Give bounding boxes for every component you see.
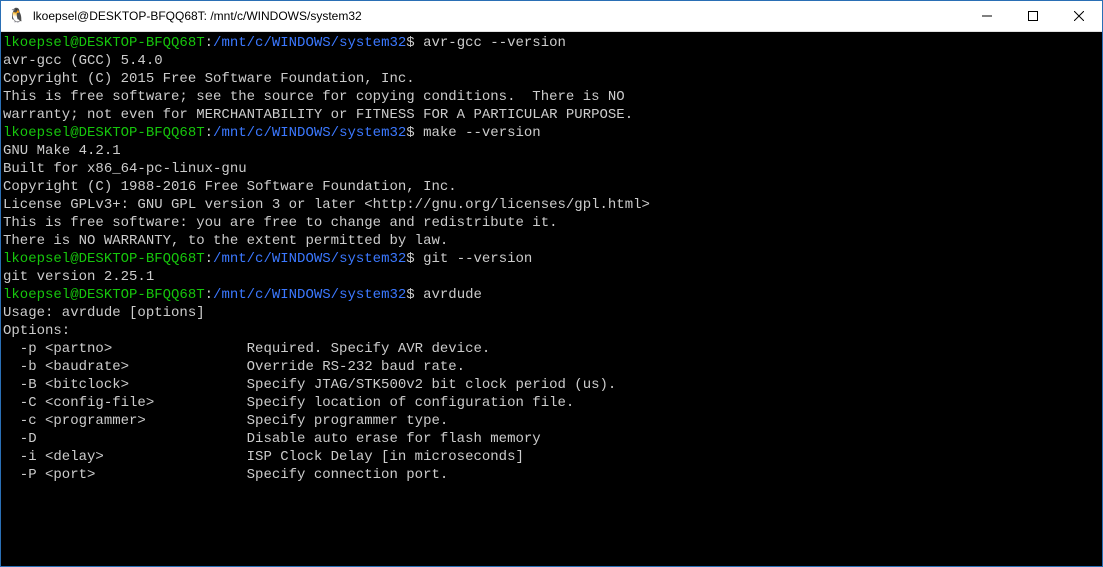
output-line: -b <baudrate> Override RS-232 baud rate. — [3, 358, 1102, 376]
output-line: Copyright (C) 2015 Free Software Foundat… — [3, 70, 1102, 88]
prompt-line: lkoepsel@DESKTOP-BFQQ68T:/mnt/c/WINDOWS/… — [3, 286, 1102, 304]
prompt-path: /mnt/c/WINDOWS/system32 — [213, 251, 406, 267]
prompt-symbol: $ — [406, 125, 423, 141]
output-line: -C <config-file> Specify location of con… — [3, 394, 1102, 412]
output-line: avr-gcc (GCC) 5.4.0 — [3, 52, 1102, 70]
window-title: lkoepsel@DESKTOP-BFQQ68T: /mnt/c/WINDOWS… — [33, 9, 964, 23]
prompt-line: lkoepsel@DESKTOP-BFQQ68T:/mnt/c/WINDOWS/… — [3, 34, 1102, 52]
output-line: License GPLv3+: GNU GPL version 3 or lat… — [3, 196, 1102, 214]
output-line: There is NO WARRANTY, to the extent perm… — [3, 232, 1102, 250]
output-line: This is free software: you are free to c… — [3, 214, 1102, 232]
prompt-colon: : — [205, 125, 213, 141]
output-line: This is free software; see the source fo… — [3, 88, 1102, 106]
command-text: avrdude — [423, 287, 482, 303]
prompt-user: lkoepsel@DESKTOP-BFQQ68T — [3, 35, 205, 51]
output-line: warranty; not even for MERCHANTABILITY o… — [3, 106, 1102, 124]
output-line: -P <port> Specify connection port. — [3, 466, 1102, 484]
output-line: -i <delay> ISP Clock Delay [in microseco… — [3, 448, 1102, 466]
output-line: -c <programmer> Specify programmer type. — [3, 412, 1102, 430]
command-text: git --version — [423, 251, 532, 267]
prompt-symbol: $ — [406, 287, 423, 303]
prompt-symbol: $ — [406, 35, 423, 51]
titlebar: 🐧 lkoepsel@DESKTOP-BFQQ68T: /mnt/c/WINDO… — [1, 1, 1102, 32]
output-line: Usage: avrdude [options] — [3, 304, 1102, 322]
output-line: GNU Make 4.2.1 — [3, 142, 1102, 160]
window-controls — [964, 1, 1102, 31]
penguin-icon: 🐧 — [9, 8, 25, 24]
prompt-colon: : — [205, 287, 213, 303]
prompt-line: lkoepsel@DESKTOP-BFQQ68T:/mnt/c/WINDOWS/… — [3, 250, 1102, 268]
prompt-user: lkoepsel@DESKTOP-BFQQ68T — [3, 287, 205, 303]
prompt-path: /mnt/c/WINDOWS/system32 — [213, 125, 406, 141]
prompt-path: /mnt/c/WINDOWS/system32 — [213, 287, 406, 303]
output-line: Copyright (C) 1988-2016 Free Software Fo… — [3, 178, 1102, 196]
prompt-symbol: $ — [406, 251, 423, 267]
prompt-user: lkoepsel@DESKTOP-BFQQ68T — [3, 125, 205, 141]
output-line: Built for x86_64-pc-linux-gnu — [3, 160, 1102, 178]
output-line: -p <partno> Required. Specify AVR device… — [3, 340, 1102, 358]
output-line: -B <bitclock> Specify JTAG/STK500v2 bit … — [3, 376, 1102, 394]
command-text: make --version — [423, 125, 541, 141]
terminal-body[interactable]: lkoepsel@DESKTOP-BFQQ68T:/mnt/c/WINDOWS/… — [1, 32, 1102, 566]
minimize-button[interactable] — [964, 1, 1010, 31]
prompt-line: lkoepsel@DESKTOP-BFQQ68T:/mnt/c/WINDOWS/… — [3, 124, 1102, 142]
prompt-user: lkoepsel@DESKTOP-BFQQ68T — [3, 251, 205, 267]
close-button[interactable] — [1056, 1, 1102, 31]
maximize-button[interactable] — [1010, 1, 1056, 31]
prompt-colon: : — [205, 35, 213, 51]
output-line: git version 2.25.1 — [3, 268, 1102, 286]
output-line: Options: — [3, 322, 1102, 340]
command-text: avr-gcc --version — [423, 35, 566, 51]
prompt-path: /mnt/c/WINDOWS/system32 — [213, 35, 406, 51]
prompt-colon: : — [205, 251, 213, 267]
output-line: -D Disable auto erase for flash memory — [3, 430, 1102, 448]
